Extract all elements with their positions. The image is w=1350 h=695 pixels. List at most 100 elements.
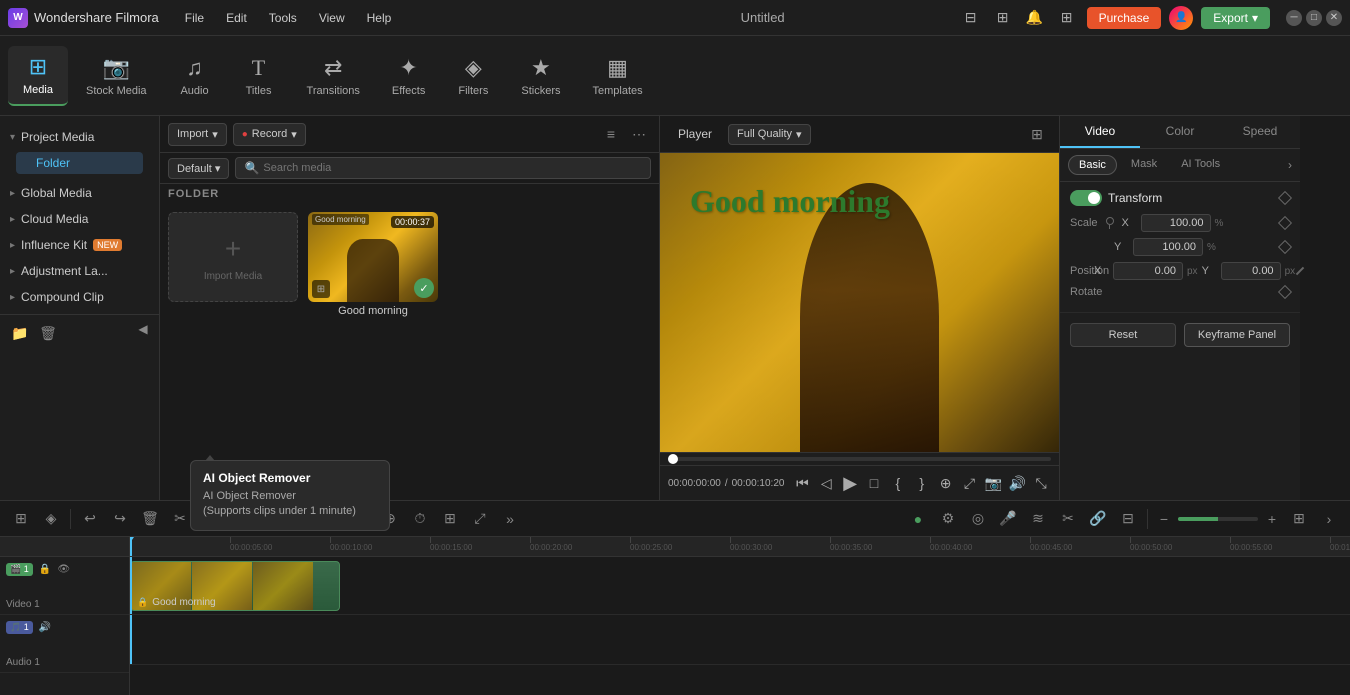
- tool-audio[interactable]: ♫ Audio: [165, 47, 225, 105]
- media-clip-good-morning[interactable]: Good morning 00:00:37 ⊞ ✓ Good morning: [308, 212, 438, 492]
- menu-help[interactable]: Help: [357, 7, 402, 29]
- new-folder-icon[interactable]: 📁: [8, 321, 32, 345]
- link-scale-icon[interactable]: [1102, 215, 1118, 231]
- sidebar-item-project-media[interactable]: ▾ Project Media: [0, 124, 159, 150]
- video-track-lock-icon[interactable]: 🔒: [37, 561, 53, 577]
- sidebar-item-cloud-media[interactable]: ▸ Cloud Media: [0, 206, 159, 232]
- volume-button[interactable]: 🔊: [1007, 472, 1027, 494]
- add-track-icon[interactable]: ⊞: [8, 506, 34, 532]
- layout-icon[interactable]: ⊞: [1286, 506, 1312, 532]
- props-tab-color[interactable]: Color: [1140, 116, 1220, 148]
- props-tab-speed[interactable]: Speed: [1220, 116, 1300, 148]
- tool-titles[interactable]: T Titles: [229, 47, 289, 105]
- preview-playhead-handle[interactable]: [668, 454, 678, 464]
- sidebar-item-global-media[interactable]: ▸ Global Media: [0, 180, 159, 206]
- pos-y-input[interactable]: [1221, 262, 1281, 280]
- props-sub-tab-basic[interactable]: Basic: [1068, 155, 1117, 175]
- audio-track-volume-icon[interactable]: 🔊: [37, 619, 53, 635]
- search-input[interactable]: [263, 162, 642, 174]
- more-options-icon[interactable]: ⋯: [627, 122, 651, 146]
- zoom-slider[interactable]: [1178, 517, 1258, 521]
- pos-keyframe-icon[interactable]: [1296, 267, 1304, 275]
- tool-effects[interactable]: ✦ Effects: [378, 47, 439, 105]
- props-arrow-icon[interactable]: ›: [1288, 155, 1292, 175]
- export-button[interactable]: Export ▾: [1201, 7, 1270, 29]
- tool-stock-media[interactable]: 📷 Stock Media: [72, 47, 161, 105]
- close-btn[interactable]: ✕: [1326, 10, 1342, 26]
- transform-tl-icon[interactable]: ⊞: [437, 506, 463, 532]
- speed-icon[interactable]: ⏱: [407, 506, 433, 532]
- filter-icon[interactable]: ≡: [599, 122, 623, 146]
- video-clip[interactable]: 🔒 Good morning: [130, 561, 340, 611]
- mark-icon[interactable]: ◎: [965, 506, 991, 532]
- sidebar-item-influence-kit[interactable]: ▸ Influence Kit NEW: [0, 232, 159, 258]
- scale-x-keyframe-icon[interactable]: [1278, 216, 1292, 230]
- pic-in-pic-icon[interactable]: ⊟: [1115, 506, 1141, 532]
- zoom-in-icon[interactable]: +: [1262, 509, 1282, 529]
- tool-stickers[interactable]: ★ Stickers: [507, 47, 574, 105]
- settings-icon[interactable]: ⚙: [935, 506, 961, 532]
- rotate-keyframe-icon[interactable]: [1278, 285, 1292, 299]
- redo-icon[interactable]: ↪: [107, 506, 133, 532]
- import-button[interactable]: Import ▾: [168, 123, 227, 146]
- props-sub-tab-mask[interactable]: Mask: [1121, 155, 1167, 175]
- rewind-button[interactable]: ◁: [816, 472, 836, 494]
- props-sub-tab-ai-tools[interactable]: AI Tools: [1171, 155, 1230, 175]
- menu-tools[interactable]: Tools: [259, 7, 307, 29]
- scissors-icon[interactable]: ✂: [1055, 506, 1081, 532]
- tool-templates[interactable]: ▦ Templates: [578, 47, 656, 105]
- maximize-btn[interactable]: □: [1306, 10, 1322, 26]
- scale-y-input[interactable]: [1133, 238, 1203, 256]
- player-tab[interactable]: Player: [670, 123, 720, 145]
- delete-icon[interactable]: 🗑: [137, 506, 163, 532]
- expand-button[interactable]: ⤡: [1031, 472, 1051, 494]
- ai-clip-icon[interactable]: ◈: [38, 506, 64, 532]
- apps-icon[interactable]: ⊞: [1055, 6, 1079, 30]
- sidebar-item-adjustment[interactable]: ▸ Adjustment La...: [0, 258, 159, 284]
- fullscreen-button[interactable]: ⤢: [960, 472, 980, 494]
- sidebar-collapse-icon[interactable]: ◀: [135, 321, 151, 337]
- minimize-window-icon[interactable]: ⊟: [959, 6, 983, 30]
- play-button[interactable]: ▶: [840, 472, 860, 494]
- more-tl-icon[interactable]: »: [497, 506, 523, 532]
- import-media-placeholder[interactable]: + Import Media: [168, 212, 298, 302]
- minimize-btn[interactable]: ─: [1286, 10, 1302, 26]
- audio-wave-icon[interactable]: ≋: [1025, 506, 1051, 532]
- user-avatar[interactable]: 👤: [1169, 6, 1193, 30]
- reset-button[interactable]: Reset: [1070, 323, 1176, 347]
- mic-icon[interactable]: 🎤: [995, 506, 1021, 532]
- quality-dropdown[interactable]: Full Quality ▾: [728, 124, 811, 145]
- menu-file[interactable]: File: [175, 7, 214, 29]
- step-back-button[interactable]: ⏮: [792, 472, 812, 494]
- mark-out-button[interactable]: }: [912, 472, 932, 494]
- tool-transitions[interactable]: ⇄ Transitions: [293, 47, 374, 105]
- audio-track[interactable]: [130, 615, 1350, 665]
- scale-y-keyframe-icon[interactable]: [1278, 240, 1292, 254]
- record-button[interactable]: ● Record ▾: [233, 123, 306, 146]
- link-tl-icon[interactable]: 🔗: [1085, 506, 1111, 532]
- tool-media[interactable]: ⊞ Media: [8, 46, 68, 106]
- add-marker-button[interactable]: ⊕: [936, 472, 956, 494]
- snap-icon[interactable]: ●: [905, 506, 931, 532]
- transform-keyframe-icon[interactable]: [1278, 191, 1292, 205]
- menu-edit[interactable]: Edit: [216, 7, 257, 29]
- resize-icon[interactable]: ⤢: [467, 506, 493, 532]
- sidebar-folder[interactable]: Folder: [16, 152, 143, 174]
- search-input-wrap[interactable]: 🔍: [235, 157, 651, 179]
- purchase-button[interactable]: Purchase: [1087, 7, 1162, 29]
- notifications-icon[interactable]: 🔔: [1023, 6, 1047, 30]
- props-tab-video[interactable]: Video: [1060, 116, 1140, 148]
- stop-button[interactable]: □: [864, 472, 884, 494]
- tile-icon[interactable]: ⊞: [991, 6, 1015, 30]
- keyframe-panel-button[interactable]: Keyframe Panel: [1184, 323, 1290, 347]
- mark-in-button[interactable]: {: [888, 472, 908, 494]
- video-track[interactable]: 🔒 Good morning: [130, 557, 1350, 615]
- video-track-eye-icon[interactable]: 👁: [56, 561, 72, 577]
- expand-tl-icon[interactable]: ›: [1316, 506, 1342, 532]
- delete-folder-icon[interactable]: 🗑: [36, 321, 60, 345]
- scale-x-input[interactable]: [1141, 214, 1211, 232]
- zoom-out-icon[interactable]: −: [1154, 509, 1174, 529]
- transform-toggle-switch[interactable]: [1070, 190, 1102, 206]
- preview-progress-bar[interactable]: [668, 457, 1051, 461]
- preview-settings-icon[interactable]: ⊞: [1025, 122, 1049, 146]
